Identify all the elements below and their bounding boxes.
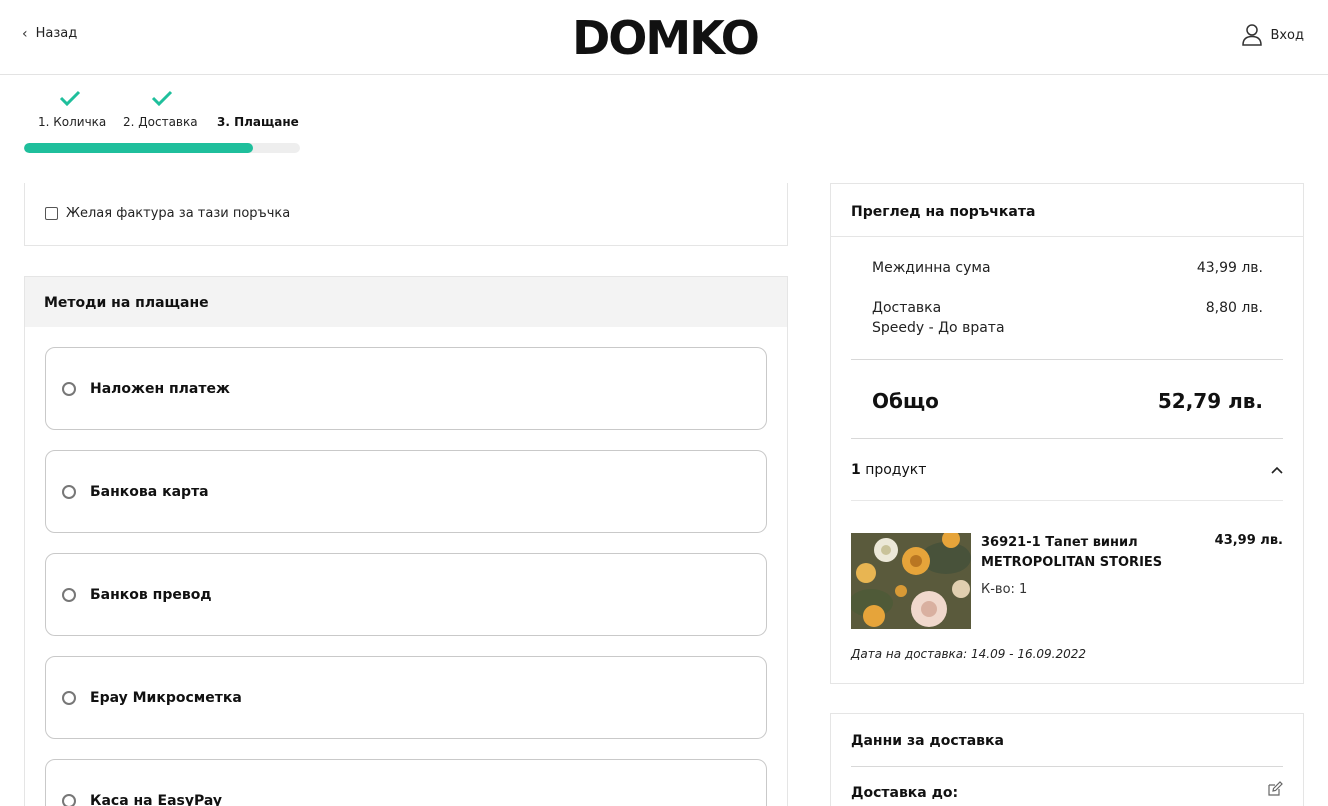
payment-method-label: Наложен платеж <box>90 380 230 397</box>
logo-text: DOMKO <box>572 12 758 62</box>
radio-button[interactable] <box>62 381 76 396</box>
login-link[interactable]: Вход <box>1242 24 1304 46</box>
radio-button[interactable] <box>62 484 76 499</box>
delivery-to-label: Доставка до: <box>851 785 959 801</box>
payment-method-label: Банкова карта <box>90 483 209 500</box>
products-count: 1 <box>851 462 861 478</box>
payment-method-epay[interactable]: Epay Микросметка <box>45 656 767 739</box>
divider <box>851 438 1283 439</box>
payment-method-cash-on-delivery[interactable]: Наложен платеж <box>45 347 767 430</box>
products-toggle[interactable]: 1 продукт <box>851 462 1283 478</box>
divider <box>851 500 1283 501</box>
shipping-value: 8,80 лв. <box>1205 300 1263 316</box>
step-cart[interactable]: 1. Количка <box>38 115 106 129</box>
shipping-row: Доставка Speedy - До врата 8,80 лв. <box>872 300 1263 336</box>
order-summary: Преглед на поръчката Междинна сума 43,99… <box>830 183 1304 684</box>
user-icon <box>1242 24 1263 46</box>
delivery-date: Дата на доставка: 14.09 - 16.09.2022 <box>851 647 1087 661</box>
progress-fill <box>24 143 254 153</box>
payment-method-bank-transfer[interactable]: Банков превод <box>45 553 767 636</box>
payment-methods-section: Методи на плащане Наложен платеж Банкова… <box>24 276 788 806</box>
divider <box>851 766 1283 767</box>
total-row: Общо 52,79 лв. <box>872 389 1263 413</box>
shipping-label: Доставка <box>872 300 942 316</box>
invoice-label: Желая фактура за тази поръчка <box>66 206 291 221</box>
radio-button[interactable] <box>62 587 76 602</box>
domko-logo[interactable]: DOMKO <box>534 12 796 62</box>
payment-method-label: Каса на EasyPay <box>90 792 223 806</box>
invoice-checkbox-row[interactable]: Желая фактура за тази поръчка <box>45 206 290 221</box>
radio-button[interactable] <box>62 690 76 705</box>
payment-method-label: Epay Микросметка <box>90 689 242 706</box>
payment-method-label: Банков превод <box>90 586 212 603</box>
divider <box>851 359 1283 360</box>
check-icon <box>59 90 81 106</box>
order-summary-title: Преглед на поръчката <box>831 184 1303 237</box>
invoice-checkbox[interactable] <box>45 207 58 220</box>
floral-wallpaper-image <box>851 533 971 629</box>
products-word: продукт <box>865 462 927 478</box>
payment-methods-list: Наложен платеж Банкова карта Банков прев… <box>25 327 787 806</box>
delivery-data-title: Данни за доставка <box>851 733 1004 749</box>
payment-method-easypay[interactable]: Каса на EasyPay <box>45 759 767 806</box>
subtotal-value: 43,99 лв. <box>1196 260 1263 276</box>
total-label: Общо <box>872 389 939 413</box>
check-icon <box>151 90 173 106</box>
subtotal-row: Междинна сума 43,99 лв. <box>872 260 1263 276</box>
product-image[interactable] <box>851 533 971 629</box>
back-label: Назад <box>35 26 78 41</box>
product-quantity: К-во: 1 <box>981 582 1028 597</box>
edit-icon[interactable] <box>1267 781 1283 797</box>
invoice-section: Желая фактура за тази поръчка <box>24 183 788 246</box>
header: ‹ Назад DOMKO Вход <box>0 0 1328 75</box>
radio-button[interactable] <box>62 793 76 806</box>
checkout-steps: 1. Количка 2. Доставка 3. Плащане <box>24 88 304 158</box>
subtotal-label: Междинна сума <box>872 260 991 276</box>
step-delivery[interactable]: 2. Доставка <box>123 115 198 129</box>
total-value: 52,79 лв. <box>1157 389 1263 413</box>
shipping-method: Speedy - До врата <box>872 320 1005 336</box>
product-name[interactable]: 36921-1 Тапет винил METROPOLITAN STORIES <box>981 533 1191 573</box>
login-label: Вход <box>1270 27 1304 43</box>
delivery-data-section: Данни за доставка Доставка до: <box>830 713 1304 806</box>
progress-bar <box>24 143 300 153</box>
payment-method-bank-card[interactable]: Банкова карта <box>45 450 767 533</box>
chevron-left-icon: ‹ <box>22 25 28 42</box>
back-link[interactable]: ‹ Назад <box>22 26 77 41</box>
step-payment: 3. Плащане <box>217 115 299 129</box>
product-price: 43,99 лв. <box>1214 533 1283 548</box>
chevron-up-icon[interactable] <box>1271 466 1283 474</box>
payment-methods-title: Методи на плащане <box>25 277 787 327</box>
